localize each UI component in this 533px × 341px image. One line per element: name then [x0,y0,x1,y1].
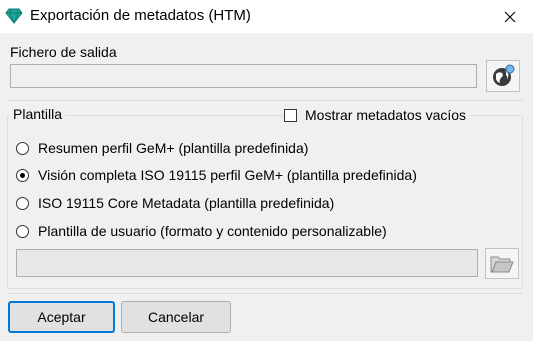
title-bar: Exportación de metadatos (HTM) [0,0,533,33]
accept-button-label: Aceptar [37,309,86,325]
template-group-label: Plantilla [10,106,66,122]
cancel-button-label: Cancelar [147,309,205,325]
show-empty-metadata-checkbox[interactable]: Mostrar metadatos vacíos [283,107,471,123]
cancel-button[interactable]: Cancelar [121,301,231,333]
radio-option-full-iso[interactable]: Visión completa ISO 19115 perfil GeM+ (p… [16,167,417,183]
radio-option-core[interactable]: ISO 19115 Core Metadata (plantilla prede… [16,195,334,211]
radio-option-summary[interactable]: Resumen perfil GeM+ (plantilla predefini… [16,140,308,156]
browse-template-button [485,248,519,279]
close-button[interactable] [487,0,533,33]
gem-icon [5,8,23,24]
radio-option-user[interactable]: Plantilla de usuario (formato y contenid… [16,223,387,239]
separator [7,100,523,101]
browse-output-button[interactable] [486,60,520,92]
window-title: Exportación de metadatos (HTM) [30,7,251,24]
output-file-field[interactable] [10,64,477,88]
radio-option-label: ISO 19115 Core Metadata (plantilla prede… [38,195,335,211]
dialog-body: Fichero de salida Plantilla Mostrar meta… [0,33,533,341]
separator [7,293,523,294]
folder-open-icon [490,256,514,272]
show-empty-metadata-label: Mostrar metadatos vacíos [305,107,467,123]
checkbox-box[interactable] [284,108,297,122]
radio-option-label: Plantilla de usuario (formato y contenid… [38,223,387,239]
output-file-label: Fichero de salida [10,44,117,60]
radio-option-label: Resumen perfil GeM+ (plantilla predefini… [38,140,309,156]
user-template-path-field [16,249,478,277]
radio-option-label: Visión completa ISO 19115 perfil GeM+ (p… [38,167,417,183]
radio-button[interactable] [16,224,29,238]
radio-button[interactable] [16,141,29,155]
accept-button[interactable]: Aceptar [8,301,115,333]
radio-button[interactable] [16,196,29,210]
globe-icon [493,64,515,86]
close-icon [504,11,516,22]
radio-button[interactable] [16,168,29,182]
